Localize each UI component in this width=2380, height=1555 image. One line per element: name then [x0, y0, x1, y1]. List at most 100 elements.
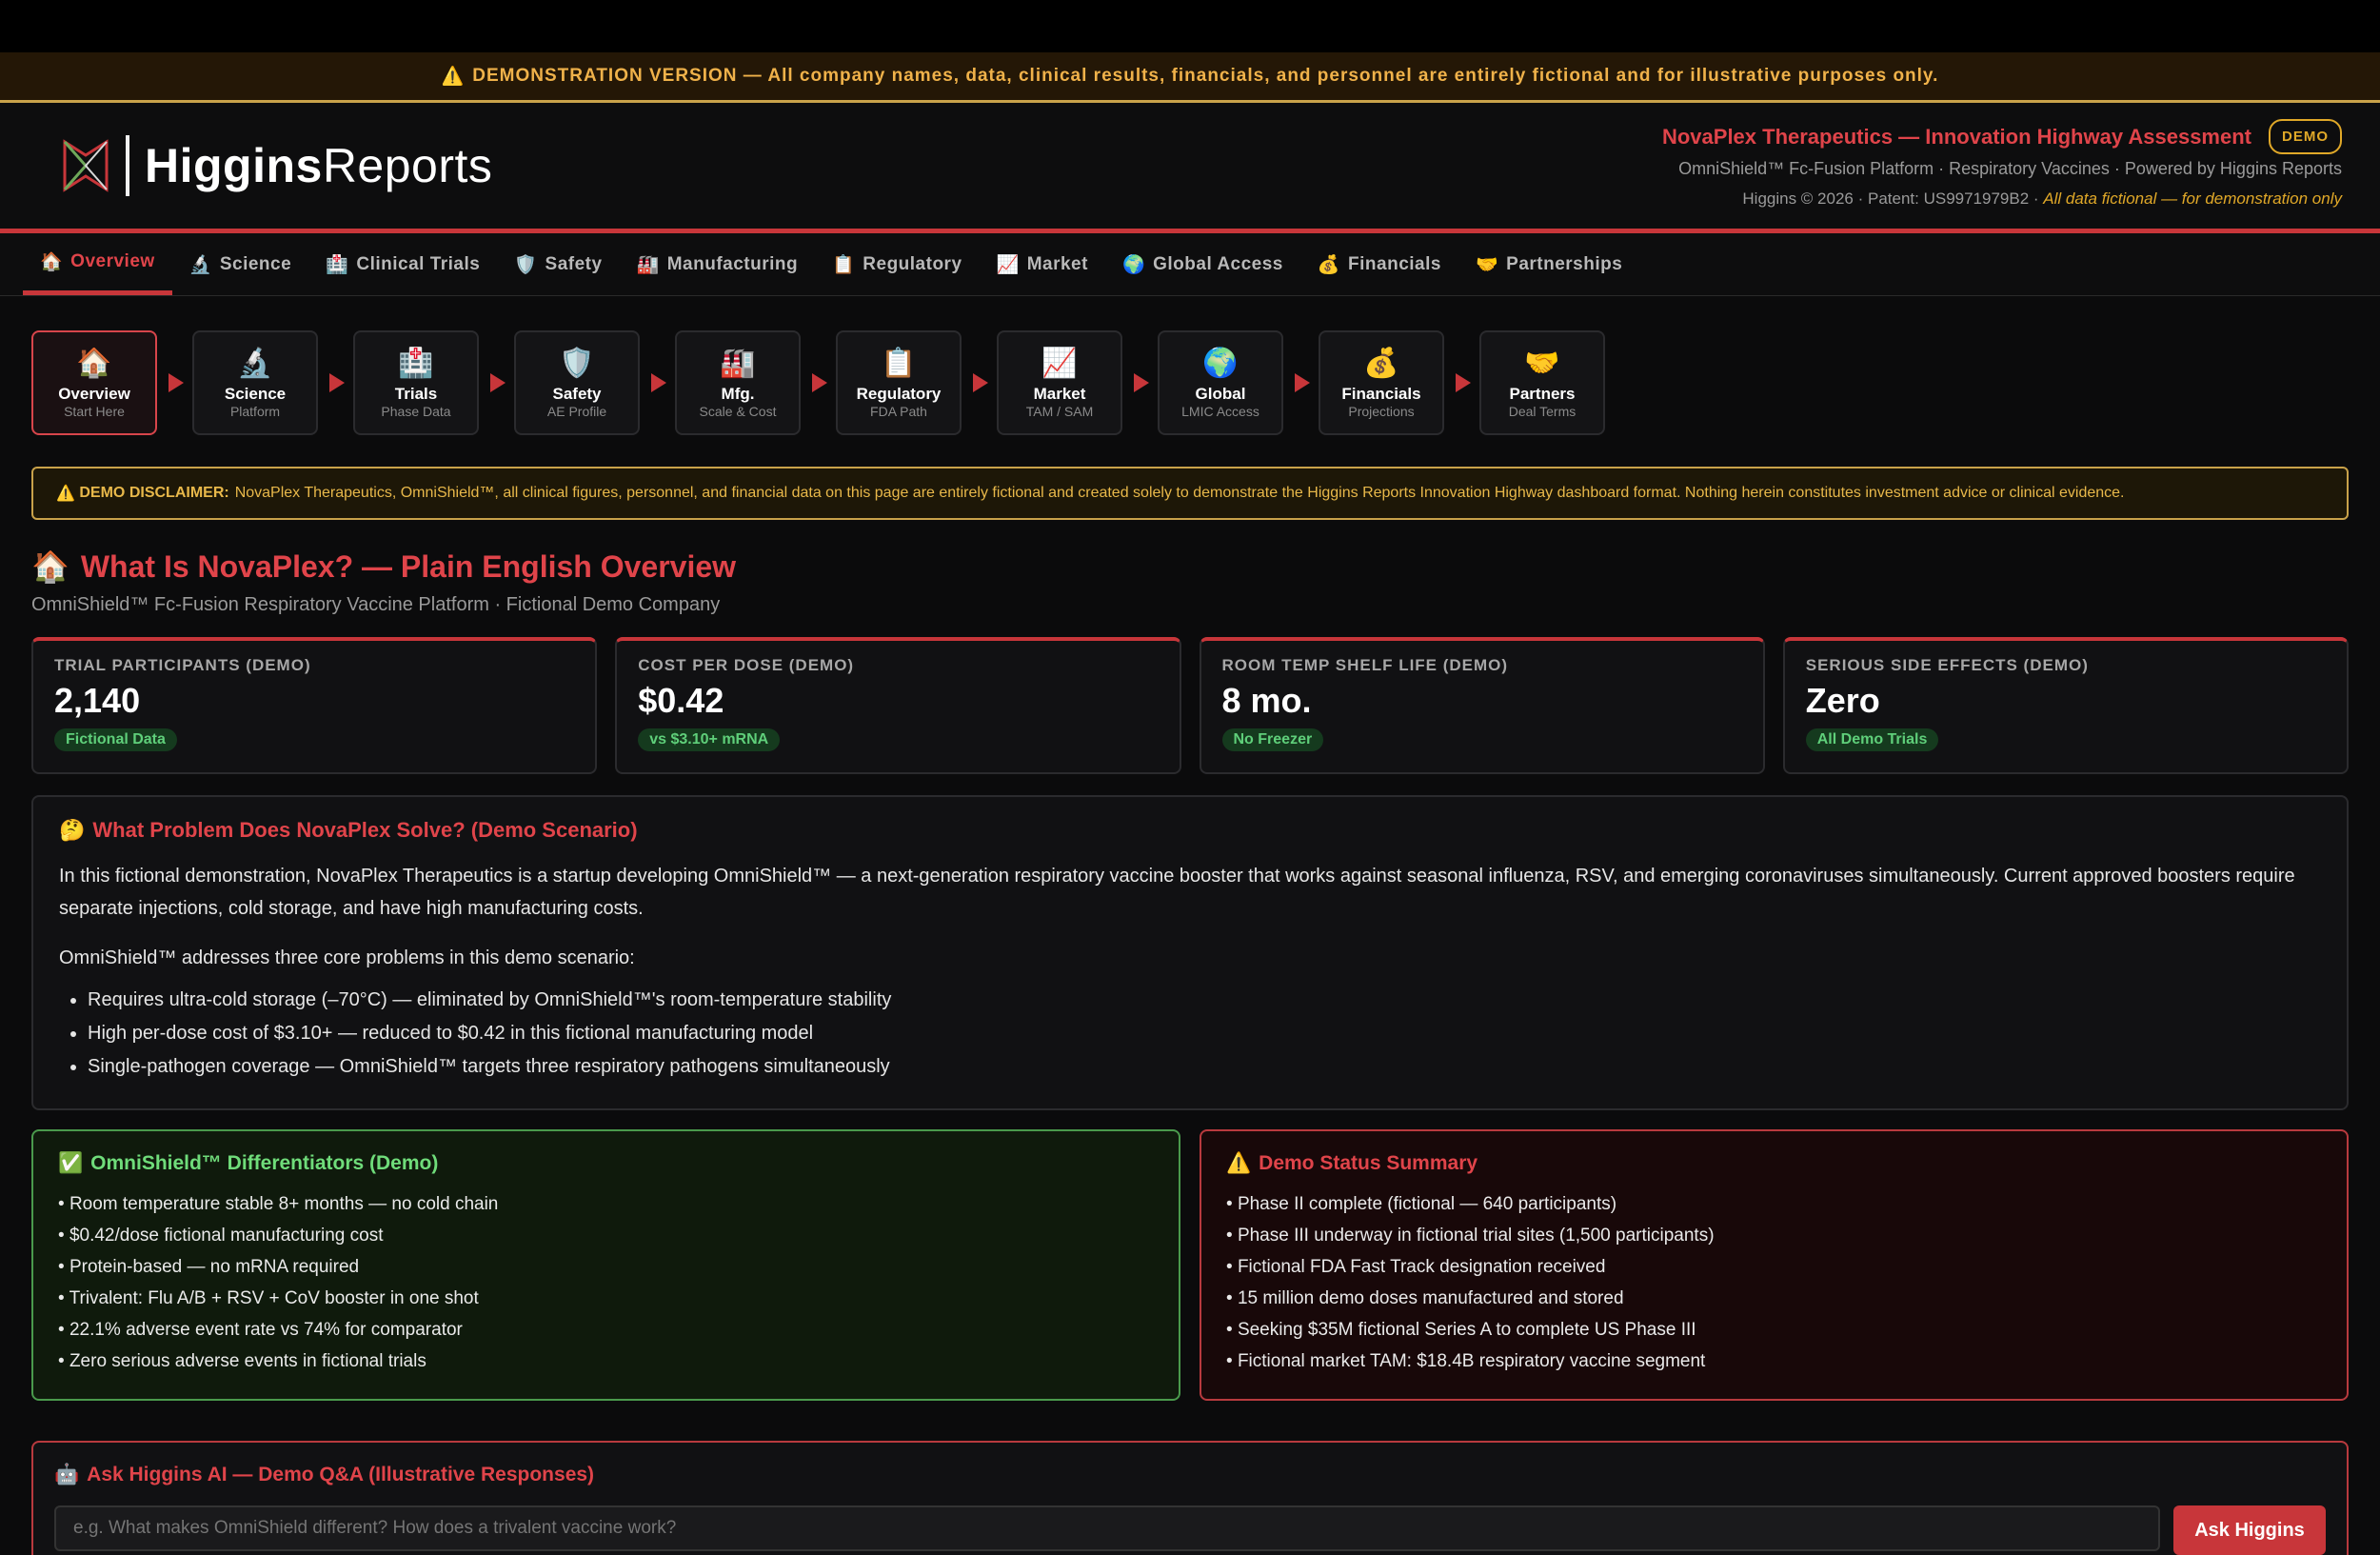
handshake-icon: 🤝	[1524, 348, 1560, 379]
ask-ai-panel: 🤖 Ask Higgins AI — Demo Q&A (Illustrativ…	[31, 1441, 2349, 1555]
problem-paragraph: In this fictional demonstration, NovaPle…	[59, 866, 2295, 919]
ask-ai-title: 🤖 Ask Higgins AI — Demo Q&A (Illustrativ…	[54, 1464, 595, 1485]
tab-global-access[interactable]: 🌍 Global Access	[1105, 233, 1300, 295]
tab-manufacturing[interactable]: 🏭 Manufacturing	[620, 233, 816, 295]
kpi-badge: Fictional Data	[54, 728, 177, 751]
list-item: Trivalent: Flu A/B + RSV + CoV booster i…	[58, 1283, 1154, 1314]
list-item: Requires ultra-cold storage (–70°C) — el…	[88, 984, 2321, 1017]
list-item: Zero serious adverse events in fictional…	[58, 1346, 1154, 1377]
site-header: HigginsReports NovaPlex Therapeutics — I…	[0, 103, 2380, 233]
step-global[interactable]: 🌍 Global LMIC Access	[1158, 330, 1283, 435]
problem-title: 🤔 What Problem Does NovaPlex Solve? (Dem…	[59, 818, 638, 842]
step-financials[interactable]: 💰 Financials Projections	[1319, 330, 1444, 435]
demo-banner-text: DEMONSTRATION VERSION — All company name…	[472, 66, 1939, 86]
journey-stepper: 🏠 Overview Start Here 🔬 Science Platform 🏥 Tr…	[31, 330, 2349, 435]
factory-icon: 🏭	[720, 348, 756, 379]
warning-icon: ⚠️	[441, 67, 466, 87]
hospital-icon: 🏥	[398, 348, 434, 379]
clipboard-icon: 📋	[881, 348, 917, 379]
hospital-icon: 🏥	[326, 254, 349, 275]
report-title: NovaPlex Therapeutics — Innovation Highw…	[1661, 124, 2251, 149]
tab-clinical-trials[interactable]: 🏥 Clinical Trials	[308, 233, 497, 295]
fictional-note: All data fictional — for demonstration o…	[2043, 189, 2342, 208]
list-item: Fictional market TAM: $18.4B respiratory…	[1226, 1346, 2322, 1377]
page-subtitle: OmniShield™ Fc-Fusion Respiratory Vaccin…	[31, 594, 721, 615]
handshake-icon: 🤝	[1475, 254, 1499, 275]
kpi-label: SERIOUS SIDE EFFECTS (DEMO)	[1805, 656, 2089, 674]
demo-disclaimer: ⚠️ DEMO DISCLAIMER: NovaPlex Therapeutics…	[31, 467, 2349, 520]
kpi-card: SERIOUS SIDE EFFECTS (DEMO) Zero All Dem…	[1782, 637, 2349, 774]
warning-icon: ⚠️	[56, 486, 75, 502]
demo-badge: DEMO	[2269, 118, 2342, 154]
problem-intro: OmniShield™ addresses three core problem…	[59, 947, 635, 968]
disclaimer-text: NovaPlex Therapeutics, OmniShield™, all …	[234, 485, 2125, 501]
list-item: Fictional FDA Fast Track designation rec…	[1226, 1251, 2322, 1283]
check-icon: ✅	[58, 1152, 84, 1174]
problem-panel: 🤔 What Problem Does NovaPlex Solve? (Dem…	[31, 795, 2349, 1110]
main-tab-bar: 🏠 Overview 🔬 Science 🏥 Clinical Trials 🛡️ Sa…	[0, 233, 2380, 296]
demo-banner: ⚠️ DEMONSTRATION VERSION — All company n…	[0, 52, 2380, 103]
chart-up-icon: 📈	[1041, 348, 1078, 379]
step-trials[interactable]: 🏥 Trials Phase Data	[353, 330, 479, 435]
step-arrow-icon	[1295, 373, 1310, 392]
tab-partnerships[interactable]: 🤝 Partnerships	[1458, 233, 1639, 295]
step-regulatory[interactable]: 📋 Regulatory FDA Path	[836, 330, 962, 435]
tab-overview[interactable]: 🏠 Overview	[23, 233, 172, 295]
kpi-value: $0.42	[638, 681, 724, 720]
kpi-label: ROOM TEMP SHELF LIFE (DEMO)	[1221, 656, 1509, 674]
tab-market[interactable]: 📈 Market	[980, 233, 1105, 295]
ask-ai-row: Ask Higgins	[54, 1505, 2326, 1555]
tab-financials[interactable]: 💰 Financials	[1300, 233, 1458, 295]
tab-safety[interactable]: 🛡️ Safety	[497, 233, 619, 295]
header-info: NovaPlex Therapeutics — Innovation Highw…	[1661, 118, 2342, 213]
report-subtitle: OmniShield™ Fc-Fusion Platform · Respira…	[1678, 158, 2342, 178]
house-icon: 🏠	[31, 549, 69, 584]
clipboard-icon: 📋	[832, 254, 856, 275]
money-bag-icon: 💰	[1317, 254, 1341, 275]
microscope-icon: 🔬	[237, 348, 273, 379]
list-item: $0.42/dose fictional manufacturing cost	[58, 1220, 1154, 1251]
factory-icon: 🏭	[636, 254, 660, 275]
ask-ai-input[interactable]	[54, 1505, 2160, 1551]
status-title: ⚠️ Demo Status Summary	[1226, 1152, 1478, 1174]
step-arrow-icon	[812, 373, 827, 392]
kpi-label: COST PER DOSE (DEMO)	[638, 656, 855, 674]
list-item: Room temperature stable 8+ months — no c…	[58, 1188, 1154, 1220]
list-item: Protein-based — no mRNA required	[58, 1251, 1154, 1283]
list-item: Phase III underway in fictional trial si…	[1226, 1220, 2322, 1251]
copyright-line: Higgins © 2026 · Patent: US9971979B2 · A…	[1742, 189, 2342, 208]
tab-regulatory[interactable]: 📋 Regulatory	[815, 233, 979, 295]
step-arrow-icon	[973, 373, 988, 392]
step-safety[interactable]: 🛡️ Safety AE Profile	[514, 330, 640, 435]
money-bag-icon: 💰	[1363, 348, 1399, 379]
kpi-label: TRIAL PARTICIPANTS (DEMO)	[54, 656, 311, 674]
tab-science[interactable]: 🔬 Science	[172, 233, 309, 295]
ask-higgins-button[interactable]: Ask Higgins	[2173, 1505, 2326, 1555]
kpi-badge: All Demo Trials	[1805, 728, 1939, 751]
kpi-value: 2,140	[54, 681, 141, 720]
shield-icon: 🛡️	[514, 254, 538, 275]
chart-up-icon: 📈	[996, 254, 1020, 275]
list-item: High per-dose cost of $3.10+ — reduced t…	[88, 1017, 2321, 1050]
page-title: 🏠 What Is NovaPlex? — Plain English Over…	[31, 548, 737, 585]
kpi-badge: vs $3.10+ mRNA	[638, 728, 781, 751]
brand-logo[interactable]: HigginsReports	[61, 135, 492, 196]
step-partners[interactable]: 🤝 Partners Deal Terms	[1479, 330, 1605, 435]
list-item: Phase II complete (fictional — 640 parti…	[1226, 1188, 2322, 1220]
kpi-card: ROOM TEMP SHELF LIFE (DEMO) 8 mo. No Fre…	[1199, 637, 1765, 774]
house-icon: 🏠	[40, 252, 64, 272]
list-item: 22.1% adverse event rate vs 74% for comp…	[58, 1314, 1154, 1346]
step-mfg[interactable]: 🏭 Mfg. Scale & Cost	[675, 330, 801, 435]
shield-icon: 🛡️	[559, 348, 595, 379]
step-overview[interactable]: 🏠 Overview Start Here	[31, 330, 157, 435]
step-market[interactable]: 📈 Market TAM / SAM	[997, 330, 1122, 435]
globe-icon: 🌍	[1121, 254, 1146, 275]
warning-icon: ⚠️	[1226, 1152, 1252, 1174]
brand-separator	[126, 135, 129, 196]
step-science[interactable]: 🔬 Science Platform	[192, 330, 318, 435]
step-arrow-icon	[1134, 373, 1149, 392]
disclaimer-label: DEMO DISCLAIMER:	[79, 485, 229, 501]
list-item: Seeking $35M fictional Series A to compl…	[1226, 1314, 2322, 1346]
list-item: 15 million demo doses manufactured and s…	[1226, 1283, 2322, 1314]
step-arrow-icon	[169, 373, 184, 392]
